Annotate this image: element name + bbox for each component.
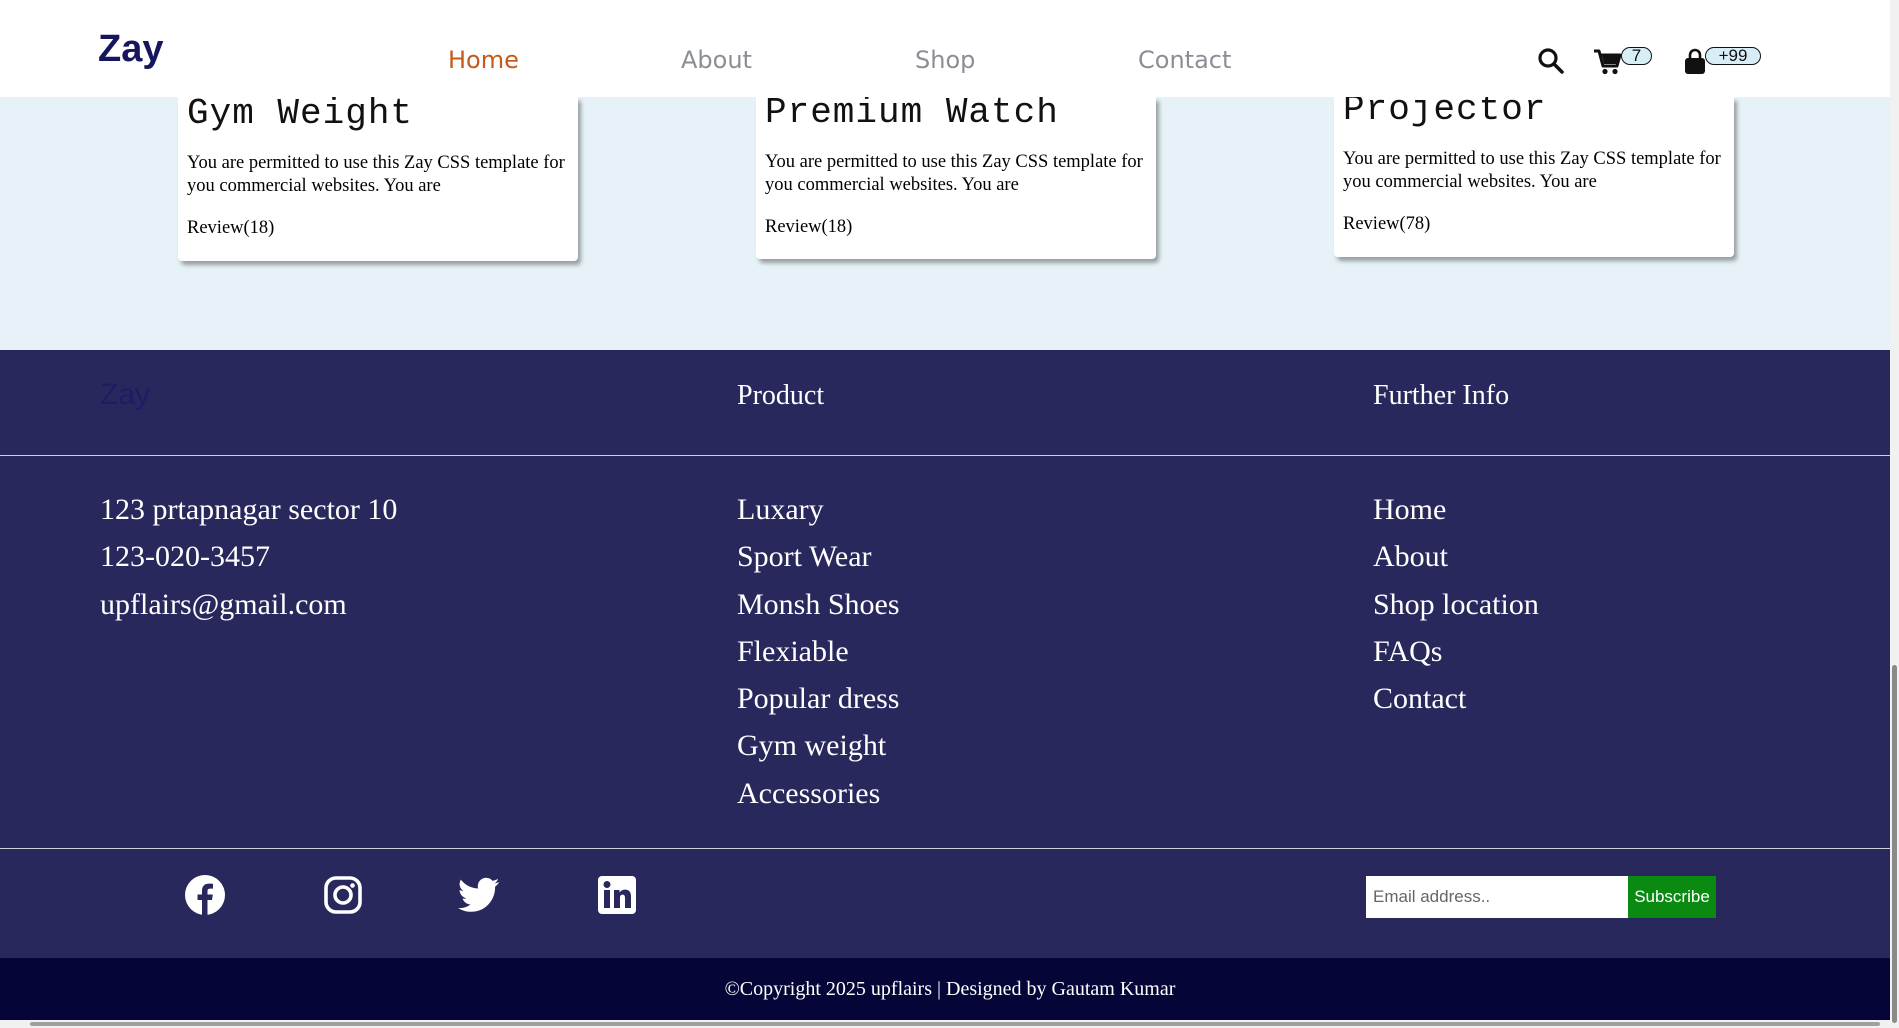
footer-link-contact[interactable]: Contact [1373,675,1539,722]
footer-link-gym-weight[interactable]: Gym weight [737,722,900,769]
nav-contact[interactable]: Contact [1138,46,1231,74]
cart-icon[interactable] [1593,48,1623,81]
instagram-icon[interactable] [322,874,364,916]
footer-link-shop-location[interactable]: Shop location [1373,581,1539,628]
footer-product-heading: Product [737,380,825,411]
footer-address: 123 prtapnagar sector 10 [100,493,398,526]
footer-product-links: Luxary Sport Wear Monsh Shoes Flexiable … [737,486,900,817]
site-header: Zay Home About Shop Contact 7 +99 [0,0,1890,97]
twitter-icon[interactable] [458,874,500,916]
cart-count-badge: 7 [1621,47,1652,65]
footer-info-heading: Further Info [1373,380,1510,411]
footer-link-accessories[interactable]: Accessories [737,770,900,817]
bag-count-badge: +99 [1705,47,1761,65]
shopping-bag-icon[interactable] [1683,48,1707,81]
footer-link-popular-dress[interactable]: Popular dress [737,675,900,722]
footer-link-sport-wear[interactable]: Sport Wear [737,533,900,580]
product-description: You are permitted to use this Zay CSS te… [1343,149,1721,192]
product-card[interactable]: Gym Weight You are permitted to use this… [178,97,578,261]
product-review: Review(18) [187,218,275,238]
footer-link-flexiable[interactable]: Flexiable [737,628,900,675]
nav-shop[interactable]: Shop [915,46,975,74]
footer-link-home[interactable]: Home [1373,486,1539,533]
footer-link-about[interactable]: About [1373,533,1539,580]
vertical-scrollbar-thumb[interactable] [1892,665,1897,1023]
footer-link-faqs[interactable]: FAQs [1373,628,1539,675]
product-title: Projector [1343,97,1547,130]
product-card[interactable]: Projector You are permitted to use this … [1334,97,1734,257]
nav-home[interactable]: Home [448,46,519,74]
footer-info-links: Home About Shop location FAQs Contact [1373,486,1539,722]
product-title: Premium Watch [765,97,1059,133]
product-title: Gym Weight [187,97,414,134]
nav-about[interactable]: About [681,46,752,74]
footer-email[interactable]: upflairs@gmail.com [100,581,397,628]
product-review: Review(18) [765,217,853,237]
product-review: Review(78) [1343,214,1431,234]
product-card[interactable]: Premium Watch You are permitted to use t… [756,97,1156,259]
facebook-icon[interactable] [184,874,226,916]
copyright-text: ©Copyright 2025 upflairs | Designed by G… [724,978,1176,1000]
site-footer: Zay Product Further Info 123 prtapnagar … [0,350,1890,958]
product-description: You are permitted to use this Zay CSS te… [187,153,565,196]
copyright-bar: ©Copyright 2025 upflairs | Designed by G… [0,958,1890,1020]
search-icon[interactable] [1537,47,1565,80]
newsletter-email-input[interactable] [1366,876,1628,918]
site-logo[interactable]: Zay [98,28,163,71]
footer-link-luxary[interactable]: Luxary [737,486,900,533]
product-description: You are permitted to use this Zay CSS te… [765,152,1143,195]
horizontal-scrollbar-thumb[interactable] [30,1022,1880,1026]
subscribe-button[interactable]: Subscribe [1628,876,1716,918]
footer-contact-list: 123 prtapnagar sector 10 123-020-3457 up… [100,486,397,628]
linkedin-icon[interactable] [596,874,638,916]
footer-logo[interactable]: Zay [100,378,150,412]
footer-link-monsh-shoes[interactable]: Monsh Shoes [737,581,900,628]
footer-phone: 123-020-3457 [100,540,270,574]
footer-divider [0,455,1890,456]
footer-divider [0,848,1890,849]
